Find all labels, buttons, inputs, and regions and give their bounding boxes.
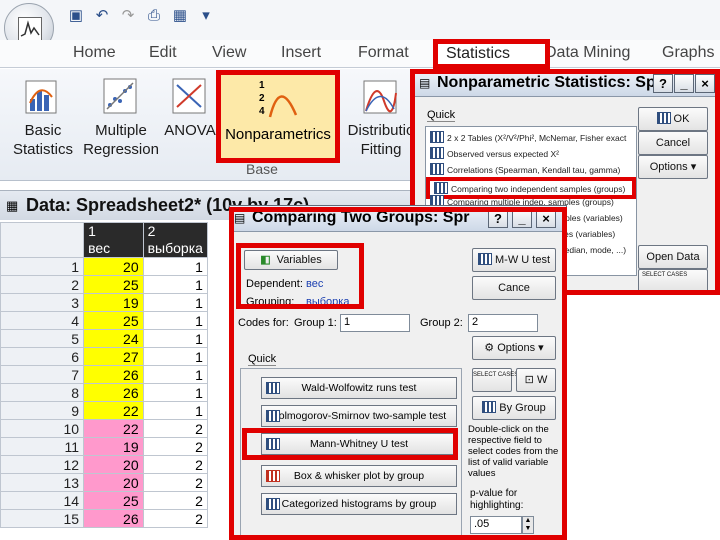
cell-ves[interactable]: 20 bbox=[83, 455, 144, 474]
highlight-comparing-dialog bbox=[229, 207, 567, 540]
tab-statistics-label: Statistics bbox=[446, 45, 511, 62]
nonparametrics-icon: 1 2 4 bbox=[256, 77, 300, 121]
tab-graphs[interactable]: Graphs bbox=[662, 44, 714, 62]
row-header[interactable]: 9 bbox=[0, 401, 85, 420]
tab-statistics[interactable]: Statistics bbox=[433, 39, 550, 69]
cell-vyborka[interactable]: 2 bbox=[142, 491, 208, 510]
anova-button[interactable]: ANOVA bbox=[163, 73, 217, 140]
nonparametrics-button[interactable]: 1 2 4 Nonparametrics bbox=[216, 70, 340, 163]
cell-vyborka[interactable]: 1 bbox=[142, 293, 208, 312]
column-header-vyborka[interactable]: 2 выборка bbox=[142, 222, 208, 258]
column-header-ves[interactable]: 1 вес bbox=[83, 222, 144, 258]
undo-icon[interactable]: ↶ bbox=[92, 6, 112, 26]
cell-ves[interactable]: 20 bbox=[83, 473, 144, 492]
cell-vyborka[interactable]: 1 bbox=[142, 401, 208, 420]
spreadsheet-icon: ▦ bbox=[6, 198, 19, 213]
svg-text:1: 1 bbox=[259, 80, 265, 91]
cell-ves[interactable]: 20 bbox=[83, 257, 144, 276]
row-header[interactable]: 14 bbox=[0, 491, 85, 510]
row-header[interactable]: 6 bbox=[0, 347, 85, 366]
cell-vyborka[interactable]: 2 bbox=[142, 509, 208, 528]
title-bar: ▣ ↶ ↷ ⎙ ▦ ▾ bbox=[0, 0, 720, 53]
row-header[interactable]: 4 bbox=[0, 311, 85, 330]
cell-ves[interactable]: 27 bbox=[83, 347, 144, 366]
save-icon[interactable]: ▣ bbox=[66, 6, 86, 26]
cell-vyborka[interactable]: 2 bbox=[142, 437, 208, 456]
svg-text:2: 2 bbox=[259, 93, 265, 104]
tab-format[interactable]: Format bbox=[358, 44, 409, 62]
row-header[interactable]: 7 bbox=[0, 365, 85, 384]
multiple-regression-label-2: Regression bbox=[83, 141, 159, 158]
cell-ves[interactable]: 25 bbox=[83, 491, 144, 510]
basic-statistics-icon bbox=[22, 73, 64, 117]
cell-ves[interactable]: 26 bbox=[83, 365, 144, 384]
cell-vyborka[interactable]: 1 bbox=[142, 257, 208, 276]
redo-icon[interactable]: ↷ bbox=[118, 6, 138, 26]
cell-ves[interactable]: 22 bbox=[83, 419, 144, 438]
row-header[interactable]: 5 bbox=[0, 329, 85, 348]
cell-ves[interactable]: 26 bbox=[83, 383, 144, 402]
cell-vyborka[interactable]: 1 bbox=[142, 311, 208, 330]
cell-ves[interactable]: 19 bbox=[83, 437, 144, 456]
cell-vyborka[interactable]: 1 bbox=[142, 365, 208, 384]
multiple-regression-label-1: Multiple bbox=[95, 122, 147, 139]
row-header[interactable]: 15 bbox=[0, 509, 85, 528]
tab-edit[interactable]: Edit bbox=[149, 44, 177, 62]
cell-ves[interactable]: 25 bbox=[83, 275, 144, 294]
basic-statistics-label-1: Basic bbox=[24, 122, 62, 139]
row-header[interactable]: 11 bbox=[0, 437, 85, 456]
tab-home[interactable]: Home bbox=[73, 44, 116, 62]
ribbon-group-label: Base bbox=[246, 161, 278, 177]
cell-vyborka[interactable]: 1 bbox=[142, 383, 208, 402]
nonparametrics-label: Nonparametrics bbox=[225, 126, 331, 143]
cell-vyborka[interactable]: 1 bbox=[142, 329, 208, 348]
customize-icon[interactable]: ▾ bbox=[196, 6, 216, 26]
tab-view[interactable]: View bbox=[212, 44, 246, 62]
row-header[interactable]: 2 bbox=[0, 275, 85, 294]
row-header[interactable]: 8 bbox=[0, 383, 85, 402]
print-icon[interactable]: ⎙ bbox=[144, 6, 164, 26]
cell-vyborka[interactable]: 2 bbox=[142, 473, 208, 492]
ribbon-tabs: Home Edit View Insert Format Data Mining… bbox=[0, 40, 720, 68]
multiple-regression-button[interactable]: Multiple Regression bbox=[80, 73, 162, 159]
corner-cell[interactable] bbox=[0, 222, 85, 258]
cell-vyborka[interactable]: 1 bbox=[142, 347, 208, 366]
anova-icon bbox=[169, 73, 211, 117]
anova-label: ANOVA bbox=[164, 122, 216, 139]
multiple-regression-icon bbox=[100, 73, 142, 117]
svg-text:4: 4 bbox=[259, 106, 265, 117]
row-header[interactable]: 3 bbox=[0, 293, 85, 312]
tab-data-mining[interactable]: Data Mining bbox=[545, 44, 630, 62]
cell-ves[interactable]: 25 bbox=[83, 311, 144, 330]
row-header[interactable]: 12 bbox=[0, 455, 85, 474]
distribution-fitting-icon bbox=[360, 73, 402, 117]
cell-vyborka[interactable]: 2 bbox=[142, 455, 208, 474]
basic-statistics-label-2: Statistics bbox=[12, 141, 73, 158]
cell-vyborka[interactable]: 1 bbox=[142, 275, 208, 294]
row-header[interactable]: 1 bbox=[0, 257, 85, 276]
cell-ves[interactable]: 19 bbox=[83, 293, 144, 312]
tab-insert[interactable]: Insert bbox=[281, 44, 321, 62]
cell-ves[interactable]: 24 bbox=[83, 329, 144, 348]
cell-vyborka[interactable]: 2 bbox=[142, 419, 208, 438]
data-editor-icon[interactable]: ▦ bbox=[170, 6, 190, 26]
cell-ves[interactable]: 22 bbox=[83, 401, 144, 420]
cell-ves[interactable]: 26 bbox=[83, 509, 144, 528]
row-header[interactable]: 10 bbox=[0, 419, 85, 438]
row-header[interactable]: 13 bbox=[0, 473, 85, 492]
basic-statistics-button[interactable]: Basic Statistics bbox=[8, 73, 78, 159]
